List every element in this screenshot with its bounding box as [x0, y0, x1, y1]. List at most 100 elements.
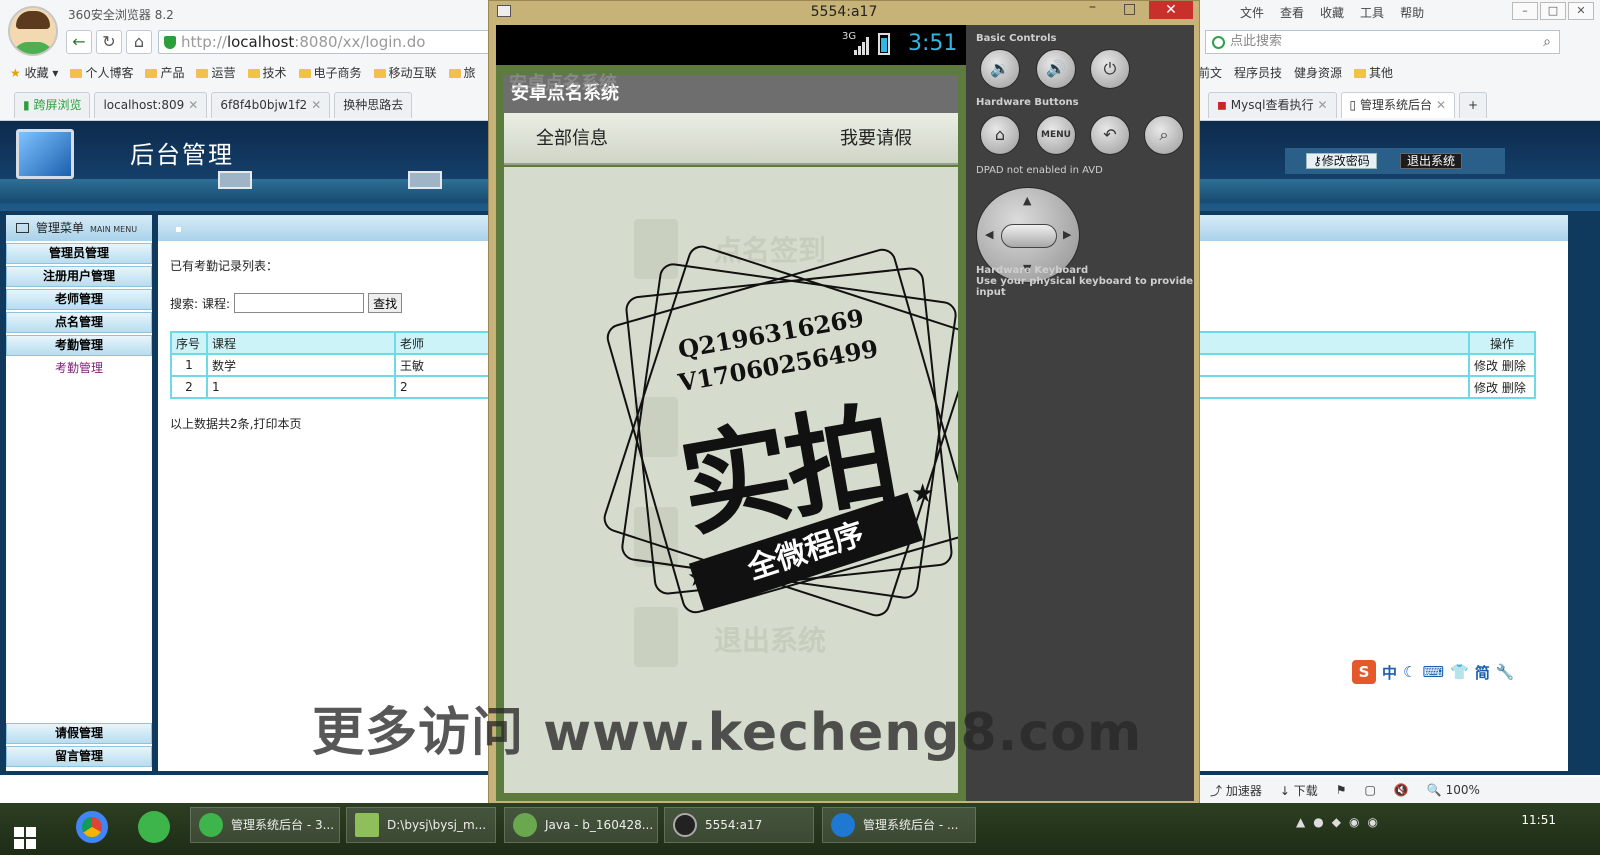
- taskbar-clock[interactable]: 11:51: [1521, 813, 1556, 827]
- ime-simplified-toggle[interactable]: 简: [1475, 662, 1490, 683]
- dpad-left-icon[interactable]: ◀: [985, 228, 993, 241]
- tab-weibo-image[interactable]: 6f8f4b0bjw1f2 ✕: [211, 92, 331, 118]
- cell-ops-edit-delete[interactable]: 修改 删除: [1468, 375, 1536, 399]
- search-icon[interactable]: ⌕: [1144, 115, 1184, 155]
- tab-close-icon[interactable]: ✕: [1436, 98, 1446, 112]
- chrome-icon[interactable]: [76, 811, 108, 843]
- bookmark-folder[interactable]: 运营: [196, 64, 236, 81]
- tab-mysql[interactable]: ◼ Mysql查看执行 ✕: [1208, 92, 1337, 118]
- tab-cross-screen[interactable]: ▮ 跨屏浏览: [14, 92, 91, 118]
- tab-all-info[interactable]: 全部信息: [536, 113, 608, 165]
- browser-title: 360安全浏览器 8.2: [68, 8, 174, 22]
- task-file-path[interactable]: D:\bysj\bysj_m...: [346, 807, 496, 843]
- tray-app-icon[interactable]: ●: [1313, 815, 1323, 829]
- volume-up-icon[interactable]: 🔊: [1036, 49, 1076, 89]
- menu-view[interactable]: 查看: [1280, 4, 1304, 21]
- sidebar-item-attendance[interactable]: 考勤管理: [6, 335, 152, 356]
- emulator-minimize-icon[interactable]: –: [1089, 0, 1096, 15]
- search-button[interactable]: 查找: [368, 293, 403, 313]
- sidebar-item-leave[interactable]: 请假管理: [6, 723, 152, 744]
- moon-icon[interactable]: ☾: [1403, 663, 1416, 681]
- tray-qq-icon[interactable]: ◉: [1349, 815, 1359, 829]
- logout-button[interactable]: 退出系统: [1400, 153, 1463, 169]
- home-button[interactable]: ⌂: [126, 30, 152, 54]
- dpad-right-icon[interactable]: ▶: [1063, 228, 1071, 241]
- mute-icon[interactable]: 🔇: [1394, 783, 1409, 797]
- record-count-print[interactable]: 以上数据共2条,打印本页: [170, 415, 301, 432]
- ime-chinese-toggle[interactable]: 中: [1382, 662, 1397, 683]
- download-button[interactable]: ↓ 下载: [1280, 782, 1318, 799]
- change-password-button[interactable]: ⚷修改密码: [1306, 153, 1377, 169]
- close-icon[interactable]: ✕: [1568, 2, 1594, 20]
- cell-ops-edit-delete[interactable]: 修改 删除: [1468, 353, 1536, 377]
- tab-admin-backend[interactable]: ▯ 管理系统后台 ✕: [1340, 92, 1456, 118]
- sidebar-item-registered-users[interactable]: 注册用户管理: [6, 266, 152, 287]
- emulator-body: 3G 3:51 安卓点名系统 安卓点名系统 全部信息 我要请假 点名签到 退出系…: [496, 25, 1194, 801]
- search-box[interactable]: 点此搜索 ⌕: [1205, 30, 1560, 54]
- bookmark-folder[interactable]: 电子商务: [298, 64, 362, 81]
- menu-button[interactable]: MENU: [1036, 115, 1076, 155]
- menu-favorites[interactable]: 收藏: [1320, 4, 1344, 21]
- tab-close-icon[interactable]: ✕: [188, 98, 198, 112]
- course-search-input[interactable]: [234, 293, 365, 313]
- power-icon[interactable]: ⏻: [1090, 49, 1130, 89]
- back-button[interactable]: ←: [66, 30, 92, 54]
- tab-request-leave[interactable]: 我要请假: [840, 113, 912, 165]
- emulator-maximize-icon[interactable]: □: [1123, 1, 1136, 17]
- maximize-icon[interactable]: □: [1540, 2, 1566, 20]
- 360-browser-icon[interactable]: [138, 811, 170, 843]
- home-icon[interactable]: ⌂: [980, 115, 1020, 155]
- menu-tools[interactable]: 工具: [1360, 4, 1384, 21]
- bookmark-favorites[interactable]: ★ 收藏 ▾: [10, 64, 58, 81]
- wrench-icon[interactable]: 🔧: [1496, 663, 1515, 681]
- menu-exit[interactable]: 退出系统: [714, 619, 826, 659]
- tab-close-icon[interactable]: ✕: [311, 98, 321, 112]
- bookmark-item[interactable]: 健身资源: [1294, 64, 1342, 81]
- flag-icon[interactable]: ⚑: [1336, 783, 1347, 797]
- tab-close-icon[interactable]: ✕: [1317, 98, 1327, 112]
- sidebar-item-teachers[interactable]: 老师管理: [6, 289, 152, 310]
- menu-file[interactable]: 文件: [1240, 4, 1264, 21]
- tray-security-icon[interactable]: ◆: [1332, 815, 1341, 829]
- tray-qq-icon[interactable]: ◉: [1367, 815, 1377, 829]
- zoom-level[interactable]: 🔍 100%: [1427, 783, 1480, 797]
- sidebar-item-rollcall[interactable]: 点名管理: [6, 312, 152, 333]
- dpad-center-icon[interactable]: [1001, 224, 1057, 248]
- minimize-icon[interactable]: –: [1512, 2, 1538, 20]
- tab-localhost[interactable]: localhost:809 ✕: [94, 92, 208, 118]
- bookmark-folder[interactable]: 技术: [247, 64, 287, 81]
- address-bar[interactable]: http://localhost:8080/xx/login.do: [158, 30, 498, 54]
- windows-start-icon[interactable]: [14, 827, 36, 849]
- volume-down-icon[interactable]: 🔉: [980, 49, 1020, 89]
- tab-article[interactable]: 换种思路去: [334, 92, 413, 118]
- window-icon[interactable]: ▢: [1365, 783, 1376, 797]
- keyboard-icon[interactable]: ⌨: [1422, 663, 1444, 681]
- shirt-icon[interactable]: 👕: [1450, 663, 1469, 681]
- task-emulator[interactable]: 5554:a17: [664, 807, 814, 843]
- bookmark-item[interactable]: 程序员技: [1234, 64, 1282, 81]
- back-icon[interactable]: ↶: [1090, 115, 1130, 155]
- reload-button[interactable]: ↻: [96, 30, 122, 54]
- emulator-close-icon[interactable]: ✕: [1149, 1, 1193, 19]
- sogou-logo-icon[interactable]: S: [1352, 660, 1376, 684]
- bookmark-item[interactable]: 前文: [1198, 64, 1222, 81]
- new-tab-button[interactable]: +: [1459, 92, 1488, 118]
- bookmark-label: 电子商务: [313, 66, 362, 80]
- task-ie-admin[interactable]: 管理系统后台 - ...: [822, 807, 976, 843]
- bookmark-folder[interactable]: 个人博客: [70, 64, 133, 81]
- sidebar-item-admins[interactable]: 管理员管理: [6, 243, 152, 264]
- sidebar-item-messages[interactable]: 留言管理: [6, 746, 152, 767]
- bookmark-folder[interactable]: 旅: [448, 64, 476, 81]
- task-admin-backend[interactable]: 管理系统后台 - 3...: [190, 807, 340, 843]
- accelerator-button[interactable]: ⤴ 加速器: [1210, 782, 1262, 799]
- search-icon[interactable]: ⌕: [1543, 31, 1551, 53]
- bookmark-folder[interactable]: 移动互联: [373, 64, 437, 81]
- tray-expand-icon[interactable]: ▲: [1296, 815, 1305, 829]
- user-avatar[interactable]: [8, 6, 58, 56]
- sidebar-subitem-attendance[interactable]: 考勤管理: [6, 358, 152, 378]
- bookmark-folder[interactable]: 产品: [145, 64, 184, 81]
- task-java-ide[interactable]: Java - b_160428...: [504, 807, 658, 843]
- menu-help[interactable]: 帮助: [1400, 4, 1424, 21]
- bookmark-folder[interactable]: 其他: [1354, 64, 1393, 81]
- dpad-up-icon[interactable]: ▲: [1023, 194, 1031, 207]
